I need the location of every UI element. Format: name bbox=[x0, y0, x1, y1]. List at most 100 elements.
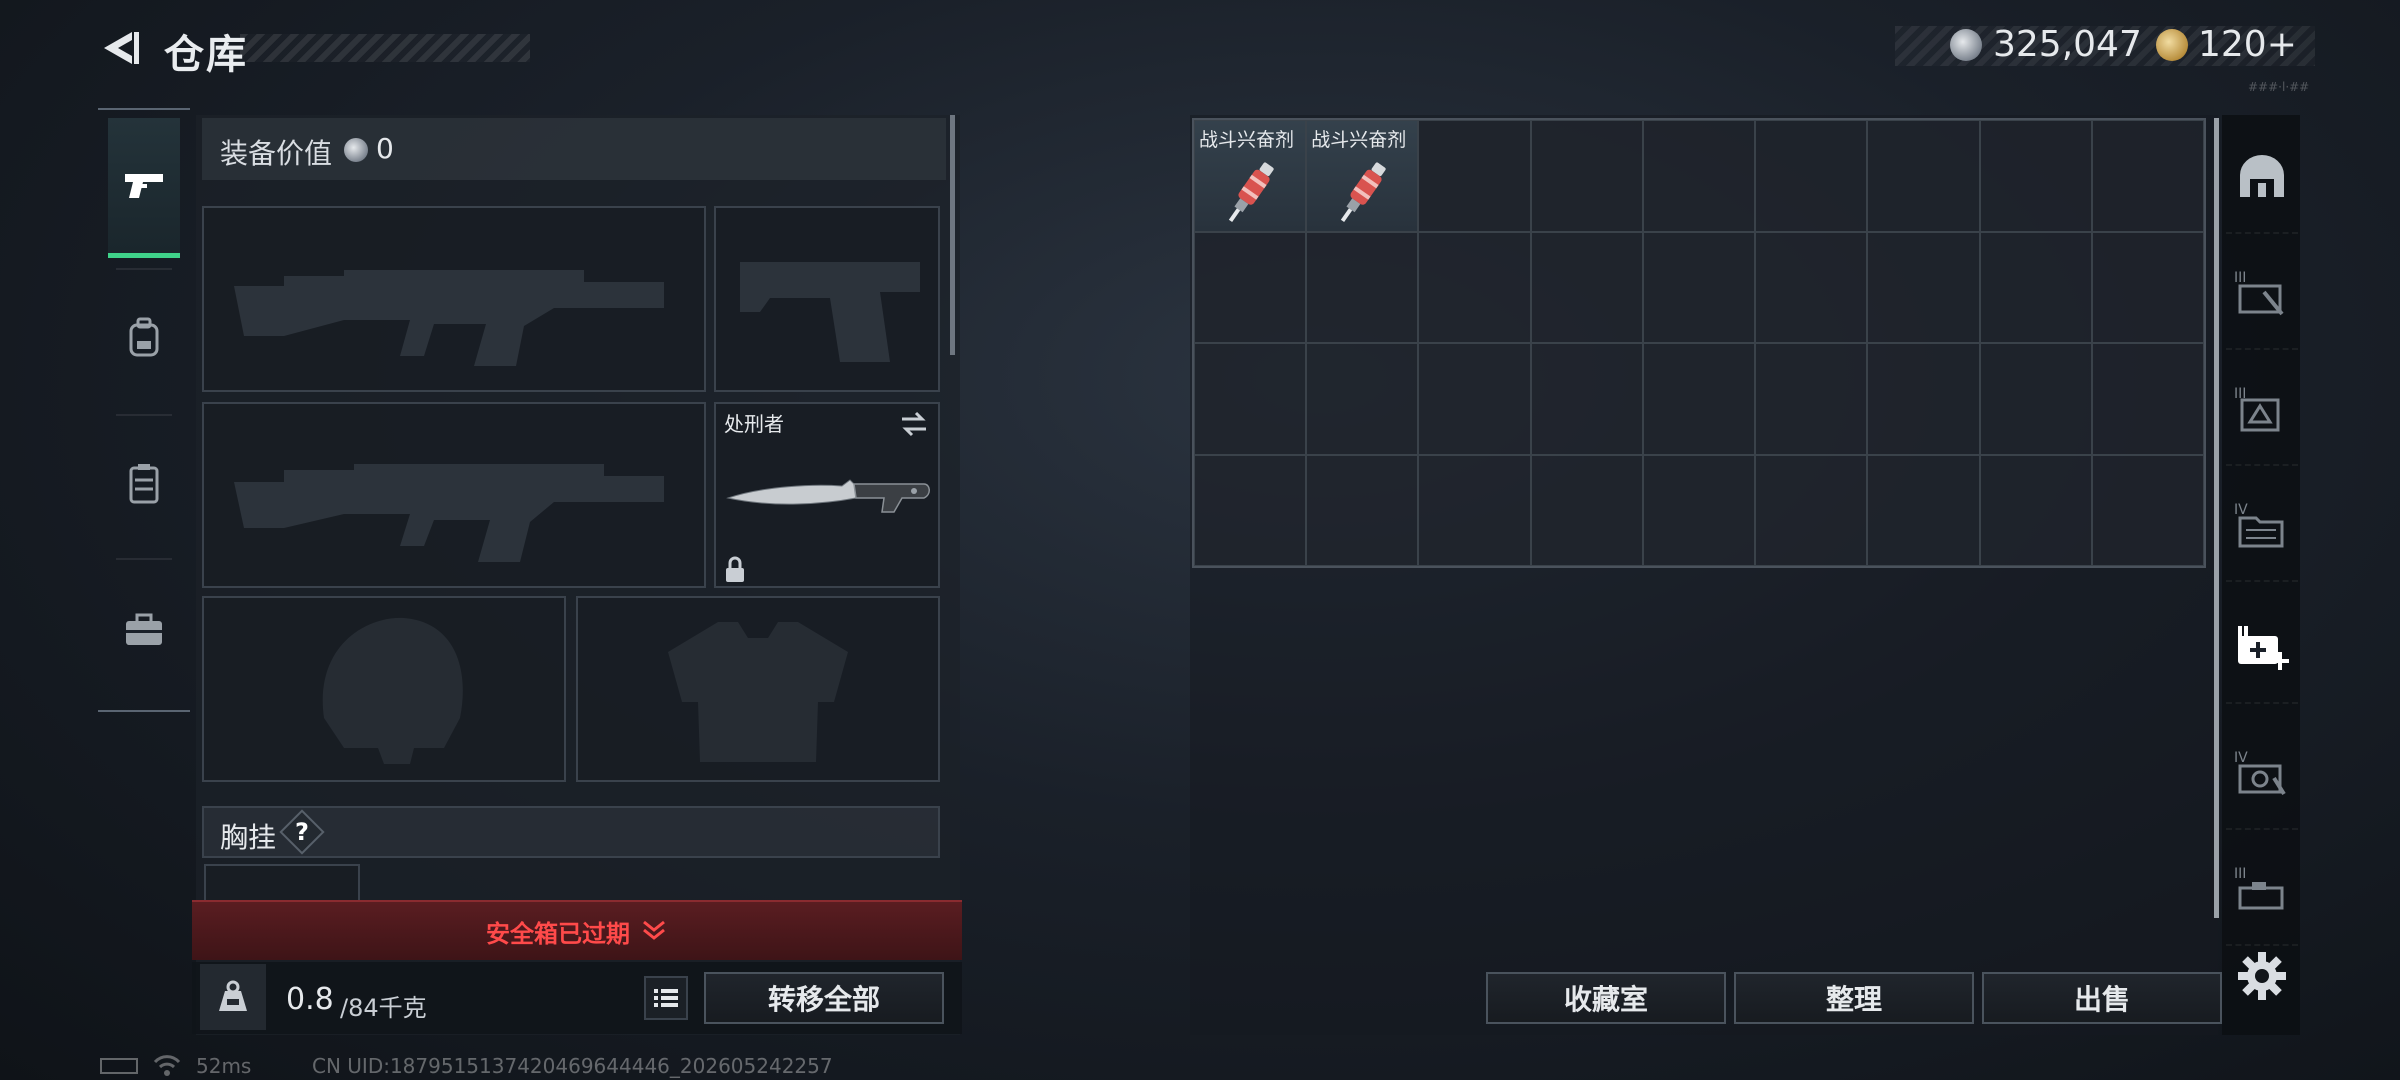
user-uid: CN UID:1879515137420469644446_2026052422… bbox=[312, 1054, 833, 1078]
storage-cell[interactable] bbox=[1867, 120, 1980, 232]
box-iii-icon: III bbox=[2234, 866, 2284, 910]
storage-cell[interactable] bbox=[1755, 454, 1868, 566]
category-medkit[interactable]: III bbox=[2226, 354, 2298, 466]
storage-cell[interactable] bbox=[1418, 231, 1531, 343]
equipment-value: 0 bbox=[376, 132, 394, 165]
storage-cell[interactable] bbox=[1418, 454, 1531, 566]
gold-coin-icon[interactable] bbox=[2156, 29, 2188, 61]
weight-icon-box bbox=[200, 964, 266, 1030]
rifle-silhouette-icon bbox=[234, 464, 664, 562]
storage-cell[interactable] bbox=[2091, 120, 2204, 232]
silver-currency-value: 325,047 bbox=[1993, 24, 2142, 65]
storage-cell[interactable] bbox=[1979, 231, 2092, 343]
storage-cell[interactable] bbox=[1755, 120, 1868, 232]
storage-cell[interactable] bbox=[1979, 454, 2092, 566]
storage-scrollbar[interactable] bbox=[2214, 118, 2219, 918]
storage-cell[interactable] bbox=[1306, 343, 1419, 455]
storage-cell[interactable] bbox=[2091, 454, 2204, 566]
toolbox-icon bbox=[126, 613, 162, 645]
page-title: 仓库 bbox=[164, 32, 248, 78]
storage-grid: 战斗兴奋剂 战斗兴奋剂 bbox=[1192, 118, 2206, 568]
sell-button[interactable]: 出售 bbox=[1982, 972, 2222, 1024]
backpack-icon bbox=[129, 317, 159, 357]
category-weapon-case[interactable]: III bbox=[2226, 238, 2298, 350]
camera-iv-icon: IV bbox=[2234, 750, 2286, 796]
nav-weapons[interactable] bbox=[108, 118, 180, 258]
equipment-scrollbar[interactable] bbox=[950, 115, 955, 355]
vest-icon bbox=[129, 464, 159, 504]
list-icon bbox=[654, 989, 678, 1007]
gear-icon[interactable] bbox=[2236, 950, 2288, 1002]
storage-cell[interactable] bbox=[1755, 343, 1868, 455]
storage-cell[interactable] bbox=[1530, 454, 1643, 566]
storage-cell[interactable] bbox=[1867, 454, 1980, 566]
category-box[interactable]: III bbox=[2226, 834, 2298, 946]
storage-cell[interactable] bbox=[1755, 231, 1868, 343]
stim-injector-icon bbox=[1228, 162, 1274, 222]
secondary-weapon-slot[interactable] bbox=[202, 402, 706, 588]
medical-plus-icon bbox=[2238, 626, 2289, 670]
category-folder[interactable]: IV bbox=[2226, 470, 2298, 582]
chest-rig-slot[interactable] bbox=[204, 864, 360, 904]
list-view-button[interactable] bbox=[644, 976, 688, 1020]
storage-cell[interactable] bbox=[2091, 343, 2204, 455]
equipment-value-label: 装备价值 bbox=[220, 137, 333, 170]
armor-silhouette-icon bbox=[668, 622, 848, 762]
ping-readout: 52ms bbox=[196, 1054, 252, 1078]
storage-item[interactable]: 战斗兴奋剂 bbox=[1194, 120, 1307, 232]
melee-slot[interactable]: 处刑者 bbox=[714, 402, 940, 588]
nav-vest[interactable] bbox=[108, 414, 180, 554]
storage-cell[interactable] bbox=[1642, 454, 1756, 566]
lock-icon bbox=[726, 556, 744, 582]
rifle-silhouette-icon bbox=[234, 270, 664, 366]
pistol-icon bbox=[125, 173, 163, 198]
storage-cell[interactable] bbox=[1530, 120, 1643, 232]
storage-cell[interactable] bbox=[1867, 343, 1980, 455]
armor-slot[interactable] bbox=[576, 596, 940, 782]
storage-item[interactable]: 战斗兴奋剂 bbox=[1306, 120, 1419, 232]
storage-cell[interactable] bbox=[2091, 231, 2204, 343]
storage-cell[interactable] bbox=[1418, 120, 1531, 232]
svg-text:IV: IV bbox=[2234, 502, 2248, 518]
collection-room-button[interactable]: 收藏室 bbox=[1486, 972, 1726, 1024]
silver-coin-icon bbox=[1950, 29, 1982, 61]
primary-weapon-slot[interactable] bbox=[202, 206, 706, 392]
storage-cell[interactable] bbox=[1530, 343, 1643, 455]
storage-cell[interactable] bbox=[1418, 343, 1531, 455]
storage-cell[interactable] bbox=[1979, 120, 2092, 232]
storage-cell[interactable] bbox=[1642, 343, 1756, 455]
helmet-slot[interactable] bbox=[202, 596, 566, 782]
helmet-category-icon bbox=[2240, 155, 2284, 197]
battery-icon bbox=[100, 1058, 138, 1074]
sidearm-slot[interactable] bbox=[714, 206, 940, 392]
gold-currency-value[interactable]: 120+ bbox=[2198, 24, 2297, 65]
back-arrow-icon[interactable] bbox=[96, 26, 140, 70]
pistol-silhouette-icon bbox=[740, 262, 920, 362]
storage-cell[interactable] bbox=[1867, 231, 1980, 343]
melee-name: 处刑者 bbox=[724, 412, 784, 436]
storage-cell[interactable] bbox=[1194, 343, 1307, 455]
storage-cell[interactable] bbox=[1642, 120, 1756, 232]
nav-backpack[interactable] bbox=[108, 268, 180, 408]
sort-button[interactable]: 整理 bbox=[1734, 972, 1974, 1024]
faint-text: ###·l·## bbox=[2248, 80, 2310, 94]
stim-injector-icon bbox=[1341, 162, 1386, 222]
category-medical[interactable] bbox=[2226, 592, 2298, 704]
folder-iv-icon: IV bbox=[2234, 502, 2284, 548]
transfer-all-button[interactable]: 转移全部 bbox=[704, 972, 944, 1024]
storage-cell[interactable] bbox=[1306, 454, 1419, 566]
helmet-silhouette-icon bbox=[322, 617, 463, 764]
storage-cell[interactable] bbox=[1530, 231, 1643, 343]
swap-icon[interactable] bbox=[898, 410, 930, 438]
category-camera[interactable]: IV bbox=[2226, 718, 2298, 830]
storage-cell[interactable] bbox=[1979, 343, 2092, 455]
storage-cell[interactable] bbox=[1194, 454, 1307, 566]
knife-icon bbox=[726, 479, 930, 513]
storage-cell[interactable] bbox=[1194, 231, 1307, 343]
chest-rig-label: 胸挂 bbox=[220, 821, 277, 854]
nav-toolbox[interactable] bbox=[108, 560, 180, 700]
storage-item-name: 战斗兴奋剂 bbox=[1311, 129, 1407, 151]
storage-cell[interactable] bbox=[1642, 231, 1756, 343]
storage-cell[interactable] bbox=[1306, 231, 1419, 343]
category-helmet[interactable] bbox=[2226, 122, 2298, 234]
